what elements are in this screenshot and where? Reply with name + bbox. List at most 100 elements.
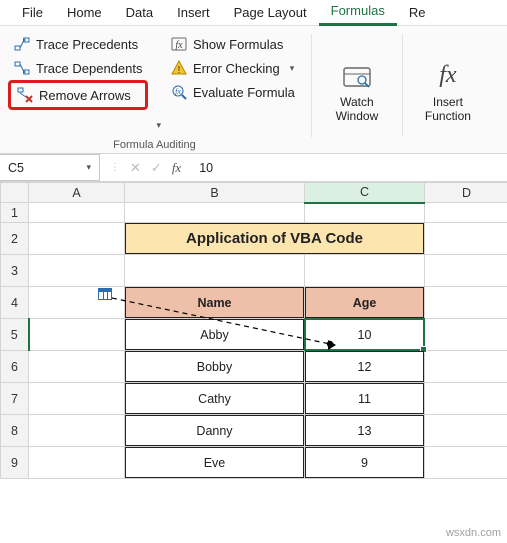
- row-header-9[interactable]: 9: [1, 447, 29, 479]
- evaluate-formula-button[interactable]: fx Evaluate Formula: [165, 80, 301, 104]
- insert-function-button[interactable]: fx Insert Function: [413, 32, 483, 151]
- col-header-B[interactable]: B: [125, 183, 305, 203]
- group-formula-auditing: Trace Precedents Trace Dependents Remove…: [8, 32, 301, 151]
- trace-dependents-button[interactable]: Trace Dependents: [8, 56, 148, 80]
- trace-precedents-label: Trace Precedents: [36, 37, 138, 52]
- tab-page-layout[interactable]: Page Layout: [222, 1, 319, 25]
- header-name: Name: [125, 287, 304, 318]
- cell-A8[interactable]: [29, 415, 125, 447]
- remove-arrows-button[interactable]: Remove Arrows: [8, 80, 148, 110]
- tab-data[interactable]: Data: [114, 1, 165, 25]
- trace-precedents-button[interactable]: Trace Precedents: [8, 32, 148, 56]
- cell-C1[interactable]: [305, 203, 425, 223]
- tab-home[interactable]: Home: [55, 1, 114, 25]
- remove-arrows-dropdown-icon[interactable]: ▾: [156, 120, 161, 131]
- insert-function-label-2: Function: [425, 109, 471, 123]
- svg-text:fx: fx: [175, 40, 183, 51]
- cell-A6[interactable]: [29, 351, 125, 383]
- row-header-6[interactable]: 6: [1, 351, 29, 383]
- cell-D3[interactable]: [425, 255, 507, 287]
- row-header-2[interactable]: 2: [1, 223, 29, 255]
- cell-C3[interactable]: [305, 255, 425, 287]
- cell-B8[interactable]: Danny: [125, 415, 305, 447]
- row-header-7[interactable]: 7: [1, 383, 29, 415]
- age-4: 9: [305, 447, 424, 478]
- cell-D1[interactable]: [425, 203, 507, 223]
- watch-window-button[interactable]: Watch Window: [322, 32, 392, 151]
- cell-A3[interactable]: [29, 255, 125, 287]
- tab-insert[interactable]: Insert: [165, 1, 222, 25]
- cell-D9[interactable]: [425, 447, 507, 479]
- cell-B2C2[interactable]: Application of VBA Code: [125, 223, 425, 255]
- group-separator: [402, 34, 403, 137]
- name-box-dropdown-icon[interactable]: ▾: [86, 162, 91, 173]
- age-3: 13: [305, 415, 424, 446]
- name-1: Bobby: [125, 351, 304, 382]
- cell-C6[interactable]: 12: [305, 351, 425, 383]
- sheet-title: Application of VBA Code: [125, 223, 424, 254]
- cell-A5[interactable]: [29, 319, 125, 351]
- trace-dependents-icon: [14, 60, 30, 76]
- show-formulas-label: Show Formulas: [193, 37, 283, 52]
- watermark: wsxdn.com: [446, 527, 501, 539]
- fb-cancel-icon[interactable]: ✕: [130, 160, 141, 176]
- fx-icon[interactable]: fx: [172, 160, 181, 176]
- cell-D6[interactable]: [425, 351, 507, 383]
- name-0: Abby: [125, 319, 304, 350]
- tab-formulas[interactable]: Formulas: [319, 0, 397, 26]
- group-label-formula-auditing: Formula Auditing: [113, 137, 196, 151]
- select-all-corner[interactable]: [1, 183, 29, 203]
- row-header-3[interactable]: 3: [1, 255, 29, 287]
- name-box[interactable]: C5 ▾: [0, 154, 100, 181]
- cell-C5[interactable]: 10: [305, 319, 425, 351]
- group-separator: [311, 34, 312, 137]
- cell-D4[interactable]: [425, 287, 507, 319]
- name-2: Cathy: [125, 383, 304, 414]
- cell-B6[interactable]: Bobby: [125, 351, 305, 383]
- ribbon-panel: Trace Precedents Trace Dependents Remove…: [0, 26, 507, 154]
- cell-D7[interactable]: [425, 383, 507, 415]
- row-header-8[interactable]: 8: [1, 415, 29, 447]
- cell-D2[interactable]: [425, 223, 507, 255]
- show-formulas-button[interactable]: fx Show Formulas: [165, 32, 301, 56]
- evaluate-formula-icon: fx: [171, 84, 187, 100]
- worksheet-grid[interactable]: A B C D 1 2 Application of VBA Code: [0, 182, 507, 479]
- cell-A9[interactable]: [29, 447, 125, 479]
- tab-file[interactable]: File: [10, 1, 55, 25]
- error-checking-button[interactable]: ! Error Checking ▾: [165, 56, 301, 80]
- cell-A1[interactable]: [29, 203, 125, 223]
- col-header-C[interactable]: C: [305, 183, 425, 203]
- row-header-5[interactable]: 5: [1, 319, 29, 351]
- cell-B3[interactable]: [125, 255, 305, 287]
- cell-C9[interactable]: 9: [305, 447, 425, 479]
- col-header-A[interactable]: A: [29, 183, 125, 203]
- cell-B7[interactable]: Cathy: [125, 383, 305, 415]
- name-4: Eve: [125, 447, 304, 478]
- age-0: 10: [305, 319, 424, 350]
- insert-function-icon: fx: [439, 60, 456, 92]
- row-header-4[interactable]: 4: [1, 287, 29, 319]
- row-header-1[interactable]: 1: [1, 203, 29, 223]
- cell-A2[interactable]: [29, 223, 125, 255]
- cell-C4[interactable]: Age: [305, 287, 425, 319]
- insert-function-label-1: Insert: [433, 95, 463, 109]
- cell-B1[interactable]: [125, 203, 305, 223]
- cell-A7[interactable]: [29, 383, 125, 415]
- svg-text:fx: fx: [175, 87, 181, 96]
- cell-D8[interactable]: [425, 415, 507, 447]
- cell-B4[interactable]: Name: [125, 287, 305, 319]
- cell-C7[interactable]: 11: [305, 383, 425, 415]
- cell-B9[interactable]: Eve: [125, 447, 305, 479]
- formula-bar-controls: ⋮ ✕ ✓ fx: [100, 160, 191, 176]
- cell-C8[interactable]: 13: [305, 415, 425, 447]
- col-header-D[interactable]: D: [425, 183, 507, 203]
- cell-D5[interactable]: [425, 319, 507, 351]
- fb-more-icon[interactable]: ⋮: [110, 162, 120, 173]
- formula-bar-input[interactable]: 10: [191, 161, 507, 175]
- cell-B5[interactable]: Abby: [125, 319, 305, 351]
- fb-enter-icon[interactable]: ✓: [151, 160, 162, 176]
- tab-review[interactable]: Re: [397, 1, 438, 25]
- chevron-down-icon: ▾: [290, 63, 295, 74]
- name-3: Danny: [125, 415, 304, 446]
- remove-arrows-label: Remove Arrows: [39, 88, 131, 103]
